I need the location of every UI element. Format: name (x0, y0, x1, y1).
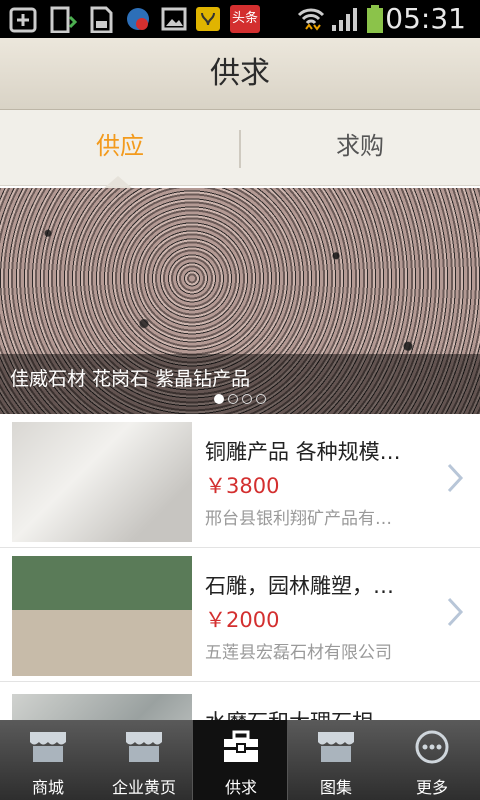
nav-label: 商城 (31, 778, 64, 797)
app-icon (196, 7, 220, 31)
product-thumbnail (12, 556, 192, 676)
tab-indicator (104, 176, 132, 188)
clock: 05:31 (385, 2, 466, 35)
product-title: 铜雕产品 各种规模… (205, 440, 401, 464)
chevron-right-icon (447, 463, 464, 493)
nav-label: 图集 (319, 778, 352, 797)
news-icon: 头条 (230, 5, 260, 33)
product-thumbnail (12, 422, 192, 542)
carousel-dot[interactable] (228, 394, 238, 404)
list-item[interactable]: 水磨石和大理石相… (0, 686, 480, 720)
tab-purchase[interactable]: 求购 (240, 110, 480, 186)
sd-card-icon (90, 6, 113, 33)
status-bar: 头条 05:31 (0, 0, 480, 38)
store-icon (30, 732, 66, 762)
carousel-dot[interactable] (214, 394, 224, 404)
tab-supply[interactable]: 供应 (0, 110, 240, 186)
store-icon (318, 732, 354, 762)
banner-caption: 佳威石材 花岗石 紫晶钻产品 (10, 368, 251, 390)
shield-icon (127, 8, 149, 30)
nav-item-more[interactable]: 更多 (384, 720, 480, 800)
product-company: 五莲县宏磊石材有限公司 (205, 643, 392, 663)
add-icon (9, 7, 37, 33)
nav-label: 企业黄页 (111, 778, 176, 797)
product-thumbnail (12, 694, 192, 720)
nav-label: 更多 (415, 778, 448, 797)
wifi-icon (297, 8, 325, 31)
product-price: ￥3800 (205, 474, 280, 498)
product-title: 石雕，园林雕塑，… (205, 574, 394, 598)
download-icon (50, 6, 78, 33)
carousel-dot[interactable] (256, 394, 266, 404)
product-company: 邢台县银利翔矿产品有… (205, 509, 392, 529)
list-item[interactable]: 石雕，园林雕塑，… ￥2000 五莲县宏磊石材有限公司 (0, 548, 480, 682)
nav-item-supply-demand[interactable]: 供求 (192, 720, 288, 800)
banner-carousel[interactable]: 佳威石材 花岗石 紫晶钻产品 (0, 188, 480, 414)
page-title: 供求 (210, 56, 270, 91)
image-icon (161, 7, 187, 31)
more-icon (415, 730, 449, 764)
nav-item-gallery[interactable]: 图集 (288, 720, 384, 800)
nav-label: 供求 (224, 778, 257, 797)
nav-item-yellow-pages[interactable]: 企业黄页 (96, 720, 192, 800)
product-title: 水磨石和大理石相… (205, 706, 425, 720)
bottom-nav: 商城 企业黄页 供求 图集 更多 (0, 720, 480, 800)
product-list: 铜雕产品 各种规模… ￥3800 邢台县银利翔矿产品有… 石雕，园林雕塑，… ￥… (0, 414, 480, 720)
list-item[interactable]: 铜雕产品 各种规模… ￥3800 邢台县银利翔矿产品有… (0, 414, 480, 548)
banner-caption-bar: 佳威石材 花岗石 紫晶钻产品 (0, 354, 480, 414)
signal-icon (332, 8, 357, 31)
nav-item-mall[interactable]: 商城 (0, 720, 96, 800)
app-header: 供求 (0, 38, 480, 110)
carousel-dots (0, 389, 480, 408)
product-price: ￥2000 (205, 608, 280, 632)
briefcase-icon (224, 730, 258, 762)
store-icon (126, 732, 162, 762)
chevron-right-icon (447, 597, 464, 627)
tab-bar: 供应 求购 (0, 110, 480, 186)
battery-icon (367, 5, 383, 33)
carousel-dot[interactable] (242, 394, 252, 404)
